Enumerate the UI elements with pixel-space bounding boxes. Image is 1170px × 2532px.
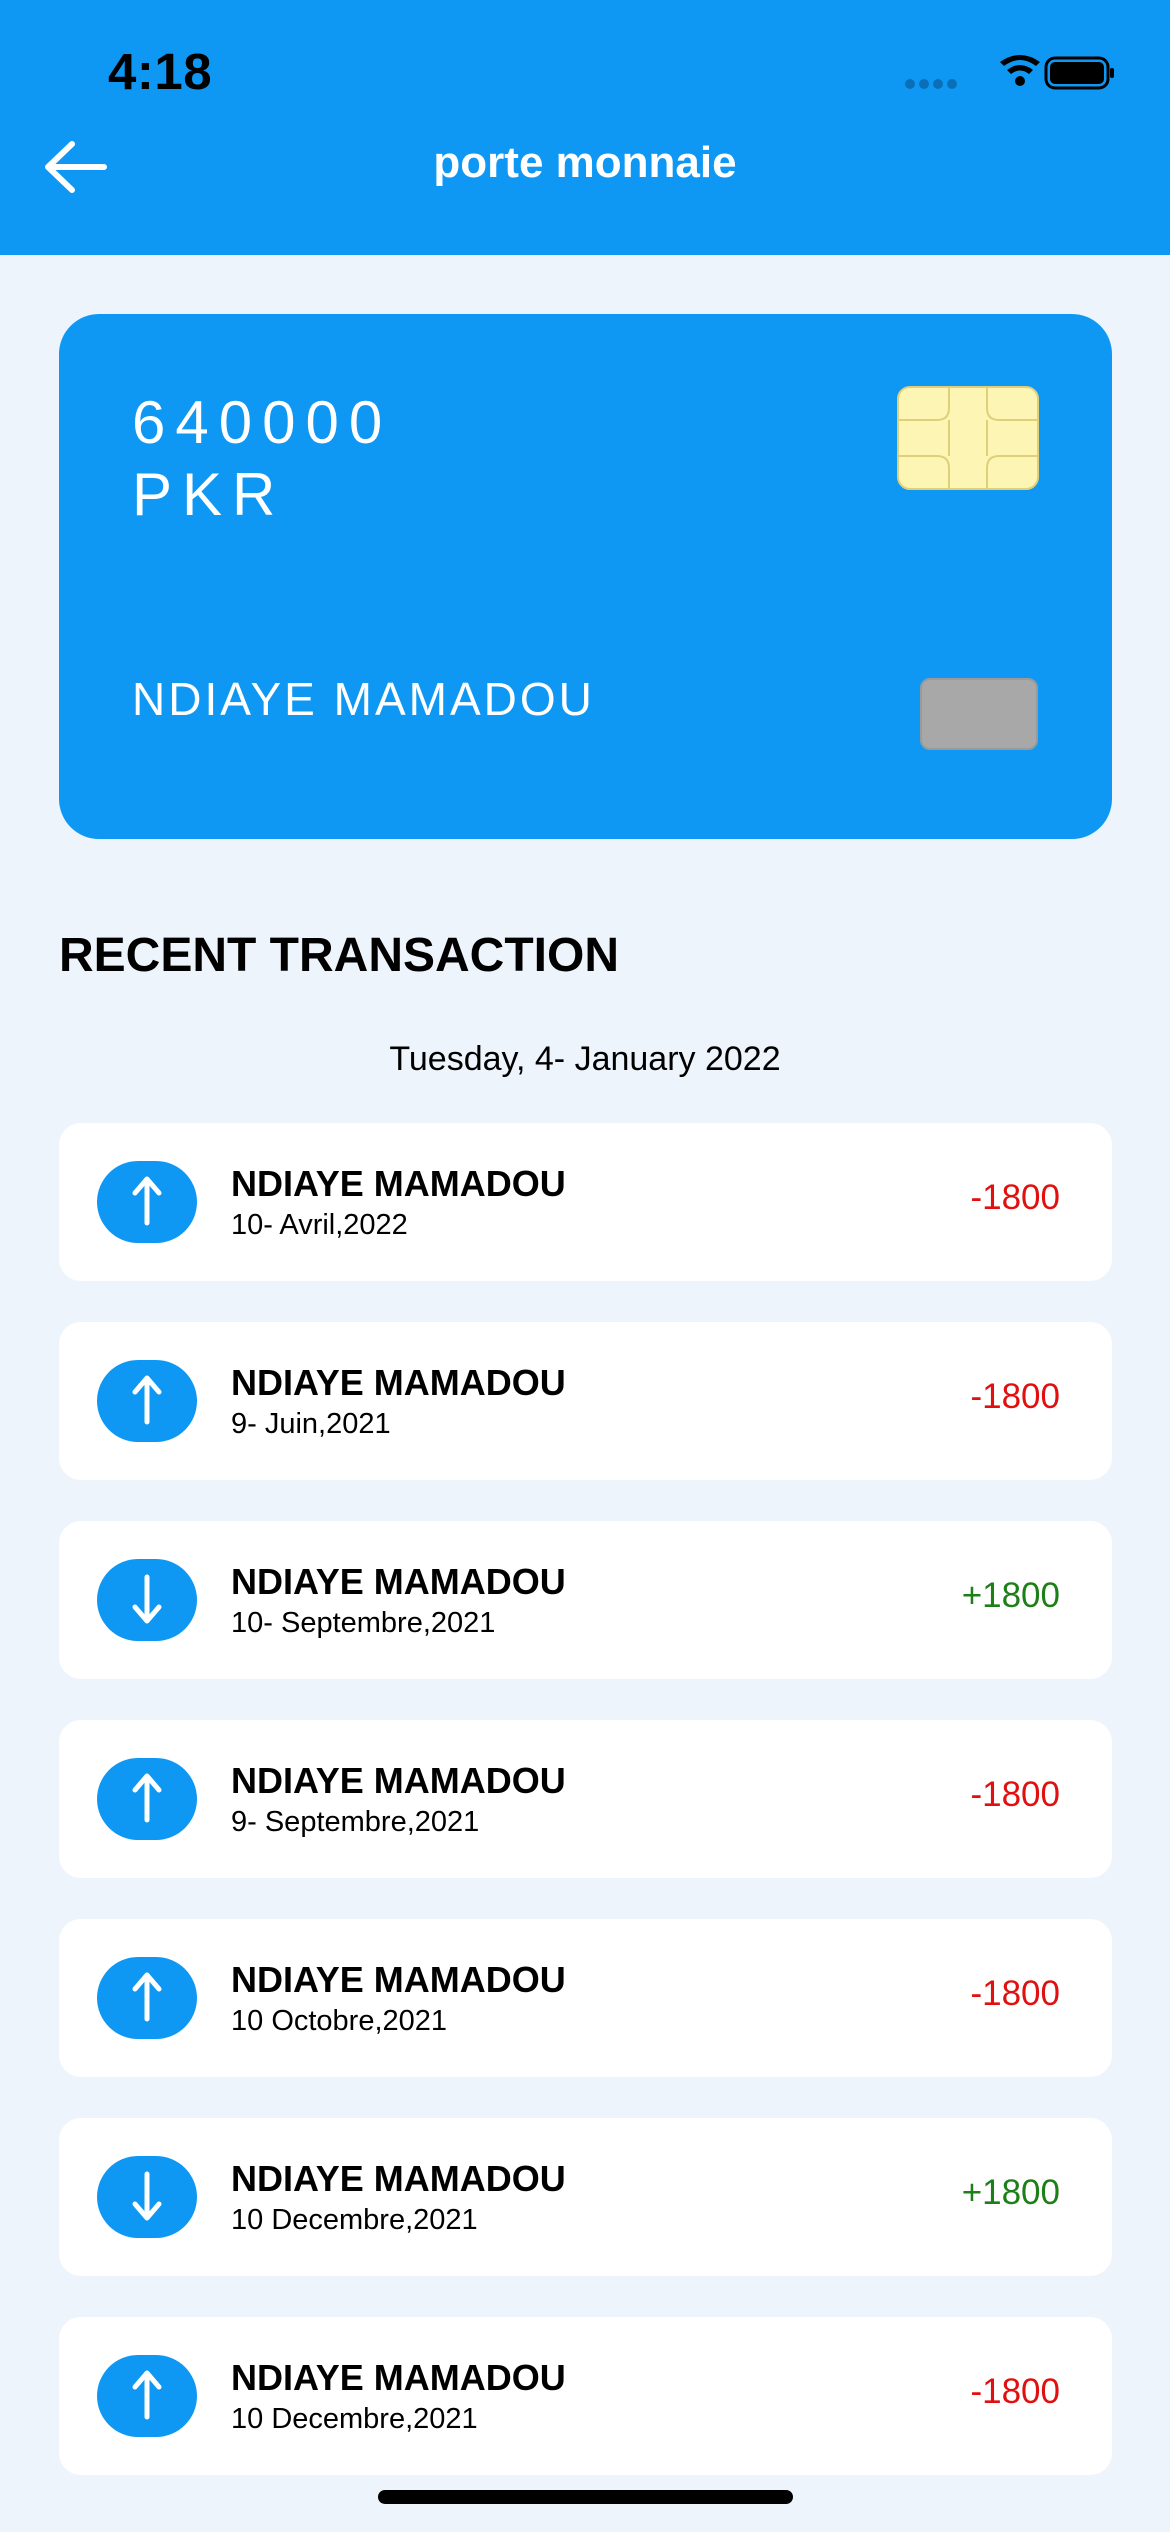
transaction-row[interactable]: NDIAYE MAMADOU 9- Juin,2021 -1800 xyxy=(59,1322,1112,1480)
card-balance: 640000 xyxy=(132,389,393,456)
sim-chip-icon xyxy=(897,386,1039,490)
transaction-date: 10 Octobre,2021 xyxy=(231,2005,448,2037)
transaction-amount: -1800 xyxy=(970,1974,1060,2013)
transaction-amount: -1800 xyxy=(970,1377,1060,1416)
transaction-date: 10- Septembre,2021 xyxy=(231,1607,496,1639)
transaction-name: NDIAYE MAMADOU xyxy=(231,2357,566,2398)
transaction-date: 10 Decembre,2021 xyxy=(231,2403,478,2435)
status-time: 4:18 xyxy=(108,43,213,100)
card-holder-name: NDIAYE MAMADOU xyxy=(132,673,595,725)
arrow-up-icon xyxy=(97,1758,197,1840)
card-badge xyxy=(920,678,1038,750)
home-indicator[interactable] xyxy=(378,2490,793,2504)
transactions-date-heading: Tuesday, 4- January 2022 xyxy=(389,1040,781,1078)
wallet-card: 640000 PKR NDIAYE MAMADOU xyxy=(59,314,1112,839)
transaction-date: 10 Decembre,2021 xyxy=(231,2204,478,2236)
arrow-up-icon xyxy=(97,1957,197,2039)
transaction-date: 9- Juin,2021 xyxy=(231,1408,391,1440)
transactions-list: NDIAYE MAMADOU 10- Avril,2022 -1800 NDIAYE … xyxy=(59,1123,1112,2516)
transaction-amount: -1800 xyxy=(970,2372,1060,2411)
transaction-name: NDIAYE MAMADOU xyxy=(231,1561,566,1602)
arrow-up-icon xyxy=(97,1161,197,1243)
transaction-row[interactable]: NDIAYE MAMADOU 10 Decembre,2021 +1800 xyxy=(59,2118,1112,2276)
signal-wifi-battery-icon xyxy=(905,55,1114,90)
app-header: 4:18 porte monnaie xyxy=(0,0,1170,255)
transaction-date: 9- Septembre,2021 xyxy=(231,1806,480,1838)
transaction-row[interactable]: NDIAYE MAMADOU 10- Avril,2022 -1800 xyxy=(59,1123,1112,1281)
status-icons xyxy=(900,48,1130,98)
transaction-row[interactable]: NDIAYE MAMADOU 9- Septembre,2021 -1800 xyxy=(59,1720,1112,1878)
transaction-name: NDIAYE MAMADOU xyxy=(231,2158,566,2199)
transaction-row[interactable]: NDIAYE MAMADOU 10- Septembre,2021 +1800 xyxy=(59,1521,1112,1679)
transaction-date: 10- Avril,2022 xyxy=(231,1209,408,1241)
transaction-amount: -1800 xyxy=(970,1775,1060,1814)
transaction-row[interactable]: NDIAYE MAMADOU 10 Octobre,2021 -1800 xyxy=(59,1919,1112,2077)
card-currency: PKR xyxy=(132,461,286,528)
arrow-up-icon xyxy=(97,1360,197,1442)
page-title: porte monnaie xyxy=(433,138,737,187)
transaction-name: NDIAYE MAMADOU xyxy=(231,1362,566,1403)
transaction-row[interactable]: NDIAYE MAMADOU 10 Decembre,2021 -1800 xyxy=(59,2317,1112,2475)
recent-transactions-title: RECENT TRANSACTION xyxy=(59,929,619,982)
arrow-down-icon xyxy=(97,2156,197,2238)
transaction-name: NDIAYE MAMADOU xyxy=(231,1760,566,1801)
transaction-name: NDIAYE MAMADOU xyxy=(231,1959,566,2000)
transaction-amount: +1800 xyxy=(961,2173,1060,2212)
arrow-up-icon xyxy=(97,2355,197,2437)
transaction-amount: +1800 xyxy=(961,1576,1060,1615)
transaction-amount: -1800 xyxy=(970,1178,1060,1217)
transaction-name: NDIAYE MAMADOU xyxy=(231,1163,566,1204)
arrow-down-icon xyxy=(97,1559,197,1641)
